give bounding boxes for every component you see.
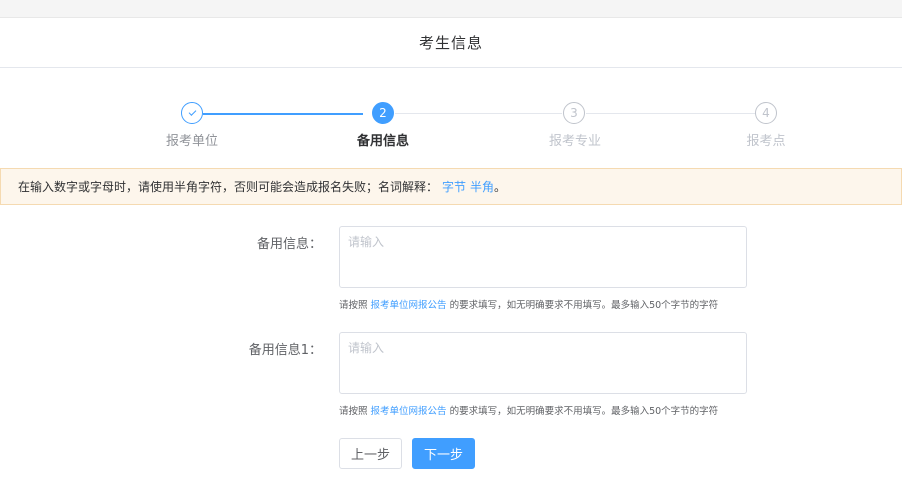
steps-bar: 2 3 4 报考单位 备用信息 报考专业 报考点	[0, 68, 902, 166]
hint-prefix: 请按照	[339, 300, 368, 311]
hint-suffix: 的要求填写，如无明确要求不用填写。最多输入50个字节的字符	[449, 406, 719, 417]
backup-info-1-label: 备用信息1：	[248, 343, 322, 358]
page-header: 考生信息	[0, 18, 902, 68]
hint-suffix: 的要求填写，如无明确要求不用填写。最多输入50个字节的字符	[449, 300, 719, 311]
alert-link-byte[interactable]: 字节	[442, 178, 466, 195]
backup-info-label: 备用信息：	[256, 237, 322, 252]
step-3-label: 报考专业	[548, 134, 602, 149]
prev-step-button[interactable]: 上一步	[339, 438, 402, 469]
hint-announcement-link[interactable]: 报考单位网报公告	[371, 406, 447, 417]
step-connector-3	[586, 113, 756, 114]
step-4-circle: 4	[755, 102, 777, 124]
backup-info-1-hint: 请按照 报考单位网报公告 的要求填写，如无明确要求不用填写。最多输入50个字节的…	[339, 403, 718, 417]
step-2-circle: 2	[372, 102, 394, 124]
next-step-button[interactable]: 下一步	[412, 438, 475, 469]
step-1-check-icon	[181, 102, 203, 124]
step-4-label: 报考点	[746, 134, 786, 149]
top-bar	[0, 0, 902, 18]
step-connector-2	[395, 113, 562, 114]
hint-announcement-link[interactable]: 报考单位网报公告	[371, 300, 447, 311]
step-1-label: 报考单位	[165, 134, 219, 149]
backup-info-1-input[interactable]	[339, 332, 747, 394]
step-connector-1	[203, 113, 363, 115]
alert-text: 在输入数字或字母时，请使用半角字符，否则可能会造成报名失败；名词解释：	[18, 180, 439, 194]
backup-info-hint: 请按照 报考单位网报公告 的要求填写，如无明确要求不用填写。最多输入50个字节的…	[339, 297, 718, 311]
step-2-label: 备用信息	[356, 134, 410, 149]
page-title: 考生信息	[418, 34, 483, 52]
half-width-alert: 在输入数字或字母时，请使用半角字符，否则可能会造成报名失败；名词解释： 字节 半…	[0, 168, 902, 205]
alert-end: 。	[494, 180, 507, 194]
backup-info-input[interactable]	[339, 226, 747, 288]
alert-link-halfwidth[interactable]: 半角	[470, 178, 494, 195]
step-3-circle: 3	[563, 102, 585, 124]
hint-prefix: 请按照	[339, 406, 368, 417]
